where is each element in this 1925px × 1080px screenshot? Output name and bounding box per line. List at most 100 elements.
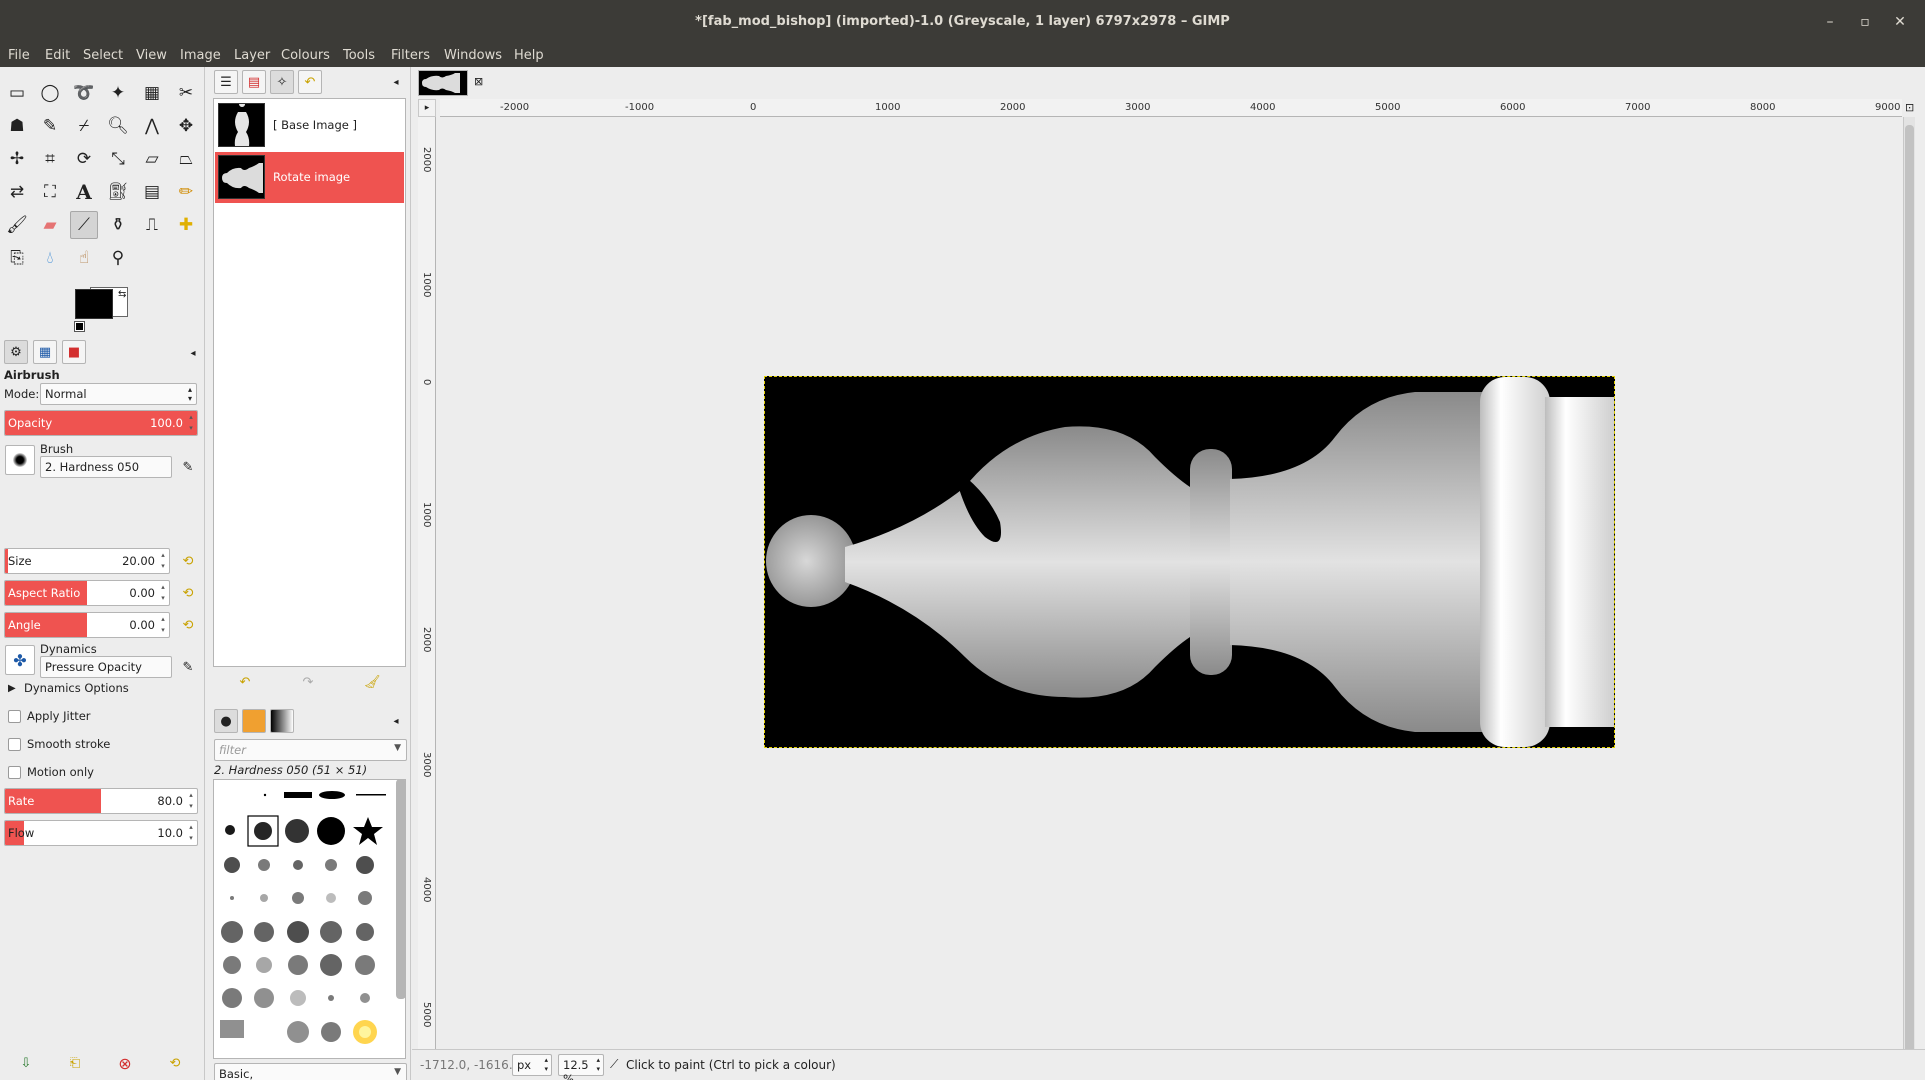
maximize-button[interactable]: ▫: [1855, 12, 1875, 32]
menu-edit[interactable]: Edit: [45, 48, 70, 63]
gradient-icon[interactable]: ▤: [138, 178, 166, 206]
cage-transform-icon[interactable]: ⛶: [36, 178, 64, 206]
brushes-tab[interactable]: ●: [214, 709, 238, 733]
menu-layer[interactable]: Layer: [234, 48, 270, 63]
dynamics-options-expander[interactable]: Dynamics Options: [24, 681, 129, 695]
tool-options-tab[interactable]: ⚙: [4, 340, 28, 364]
ellipse-select-icon[interactable]: ◯: [36, 79, 64, 107]
vertical-ruler[interactable]: 2000 1000 0 1000 2000 3000 4000 5000: [418, 117, 436, 1080]
flow-slider[interactable]: Flow 10.0 ▴ ▾: [4, 820, 198, 846]
color-picker-icon[interactable]: ⌿: [70, 112, 98, 140]
undo-tab[interactable]: ↶: [298, 70, 322, 94]
clear-history-icon[interactable]: 🧹︎: [362, 672, 382, 692]
configure-tab-icon[interactable]: ◂: [386, 711, 406, 731]
motion-only-checkbox[interactable]: [8, 766, 21, 779]
crop-icon[interactable]: ⌗: [36, 145, 64, 173]
quick-mask-corner-icon[interactable]: ▸: [418, 99, 436, 117]
menu-select[interactable]: Select: [83, 48, 123, 63]
scale-icon[interactable]: ⤡: [104, 145, 132, 173]
gradients-tab[interactable]: [270, 709, 294, 733]
perspective-icon[interactable]: ⏢: [172, 145, 200, 173]
shear-icon[interactable]: ▱: [138, 145, 166, 173]
move-icon[interactable]: ✥: [172, 112, 200, 140]
ink-icon[interactable]: ⚱: [104, 211, 132, 239]
close-window-button[interactable]: ✕: [1890, 12, 1910, 32]
foreground-color-swatch[interactable]: [75, 289, 113, 319]
undo-history-tab[interactable]: ■: [62, 340, 86, 364]
text-icon[interactable]: A: [70, 178, 98, 206]
default-colors-icon[interactable]: [74, 321, 85, 332]
spin-arrows-icon[interactable]: ▴ ▾: [158, 614, 168, 636]
channels-tab[interactable]: ▤: [242, 70, 266, 94]
menu-image[interactable]: Image: [180, 48, 221, 63]
brush-preview-button[interactable]: [5, 445, 35, 475]
dodge-burn-icon[interactable]: ⚲: [104, 244, 132, 272]
airbrush-icon[interactable]: ⟋: [70, 211, 98, 239]
minimize-button[interactable]: –: [1820, 12, 1840, 32]
swap-colors-icon[interactable]: ⇆: [118, 289, 126, 300]
menu-view[interactable]: View: [136, 48, 167, 63]
spin-arrows-icon[interactable]: ▴ ▾: [186, 412, 196, 434]
close-image-tab-icon[interactable]: ⊠: [474, 75, 483, 88]
pencil-icon[interactable]: ✏: [172, 178, 200, 206]
opacity-slider[interactable]: Opacity 100.0 ▴ ▾: [4, 410, 198, 436]
redo-icon[interactable]: ↷: [298, 672, 318, 692]
free-select-icon[interactable]: ➰: [70, 79, 98, 107]
paintbrush-icon[interactable]: 🖌︎: [3, 211, 31, 239]
delete-options-icon[interactable]: ⊗: [115, 1053, 135, 1073]
brush-tag-select[interactable]: Basic, ▼: [214, 1063, 407, 1080]
reset-aspect-icon[interactable]: ⟲: [178, 583, 198, 603]
eraser-icon[interactable]: ▰: [36, 211, 64, 239]
rate-slider[interactable]: Rate 80.0 ▴ ▾: [4, 788, 198, 814]
unit-select[interactable]: px ▴ ▾: [512, 1054, 552, 1076]
configure-tab-icon[interactable]: ◂: [183, 343, 203, 363]
menu-colours[interactable]: Colours: [281, 48, 330, 63]
perspective-clone-icon[interactable]: ⎘: [3, 244, 31, 272]
edit-dynamics-icon[interactable]: ✎: [178, 657, 198, 677]
image-tab[interactable]: [418, 70, 468, 96]
device-status-tab[interactable]: ▦: [33, 340, 57, 364]
layer-row-selected[interactable]: Rotate image: [215, 152, 404, 203]
vertical-scroll-thumb[interactable]: [1905, 125, 1914, 1080]
flip-icon[interactable]: ⇄: [3, 178, 31, 206]
configure-tab-icon[interactable]: ◂: [386, 72, 406, 92]
scissors-icon[interactable]: ✂: [172, 79, 200, 107]
clone-icon[interactable]: ⎍: [138, 211, 166, 239]
reset-options-icon[interactable]: ⟲: [165, 1053, 185, 1073]
rotate-icon[interactable]: ⟳: [70, 145, 98, 173]
aspect-ratio-slider[interactable]: Aspect Ratio 0.00 ▴ ▾: [4, 580, 170, 606]
align-icon[interactable]: ✢: [3, 145, 31, 173]
patterns-tab[interactable]: [242, 709, 266, 733]
apply-jitter-checkbox[interactable]: [8, 710, 21, 723]
bucket-fill-icon[interactable]: ⛽︎: [104, 178, 132, 206]
paths-icon[interactable]: ✎: [36, 112, 64, 140]
foreground-select-icon[interactable]: ☗: [3, 112, 31, 140]
zoom-icon[interactable]: 🔍︎: [104, 112, 132, 140]
horizontal-ruler[interactable]: -2000 -1000 0 1000 2000 3000 4000 5000 6…: [440, 99, 1902, 117]
brush-grid-scrollbar[interactable]: [396, 779, 406, 999]
brush-name-field[interactable]: 2. Hardness 050: [40, 456, 172, 478]
measure-icon[interactable]: ⋀: [138, 112, 166, 140]
menu-filters[interactable]: Filters: [391, 48, 430, 63]
reset-angle-icon[interactable]: ⟲: [178, 615, 198, 635]
menu-windows[interactable]: Windows: [444, 48, 502, 63]
image-canvas[interactable]: [764, 376, 1615, 748]
zoom-select[interactable]: 12.5 % ▴ ▾: [558, 1054, 604, 1080]
spin-arrows-icon[interactable]: ▴ ▾: [158, 582, 168, 604]
fuzzy-select-icon[interactable]: ✦: [104, 79, 132, 107]
expander-arrow-icon[interactable]: ▶: [8, 683, 16, 694]
save-options-icon[interactable]: ⇩: [16, 1053, 36, 1073]
layer-row[interactable]: [ Base Image ]: [215, 100, 404, 151]
reset-size-icon[interactable]: ⟲: [178, 551, 198, 571]
heal-icon[interactable]: ✚: [172, 211, 200, 239]
dynamics-preview-button[interactable]: ✤: [5, 645, 35, 675]
menu-tools[interactable]: Tools: [343, 48, 375, 63]
brush-filter-input[interactable]: filter ▼: [214, 739, 407, 761]
size-slider[interactable]: Size 20.00 ▴ ▾: [4, 548, 170, 574]
zoom-fit-icon[interactable]: ⊡: [1905, 101, 1914, 114]
dynamics-name-field[interactable]: Pressure Opacity: [40, 656, 172, 678]
select-by-color-icon[interactable]: ▦: [138, 79, 166, 107]
canvas-viewport[interactable]: [437, 118, 1902, 1080]
edit-brush-icon[interactable]: ✎: [178, 457, 198, 477]
spin-arrows-icon[interactable]: ▴ ▾: [186, 790, 196, 812]
